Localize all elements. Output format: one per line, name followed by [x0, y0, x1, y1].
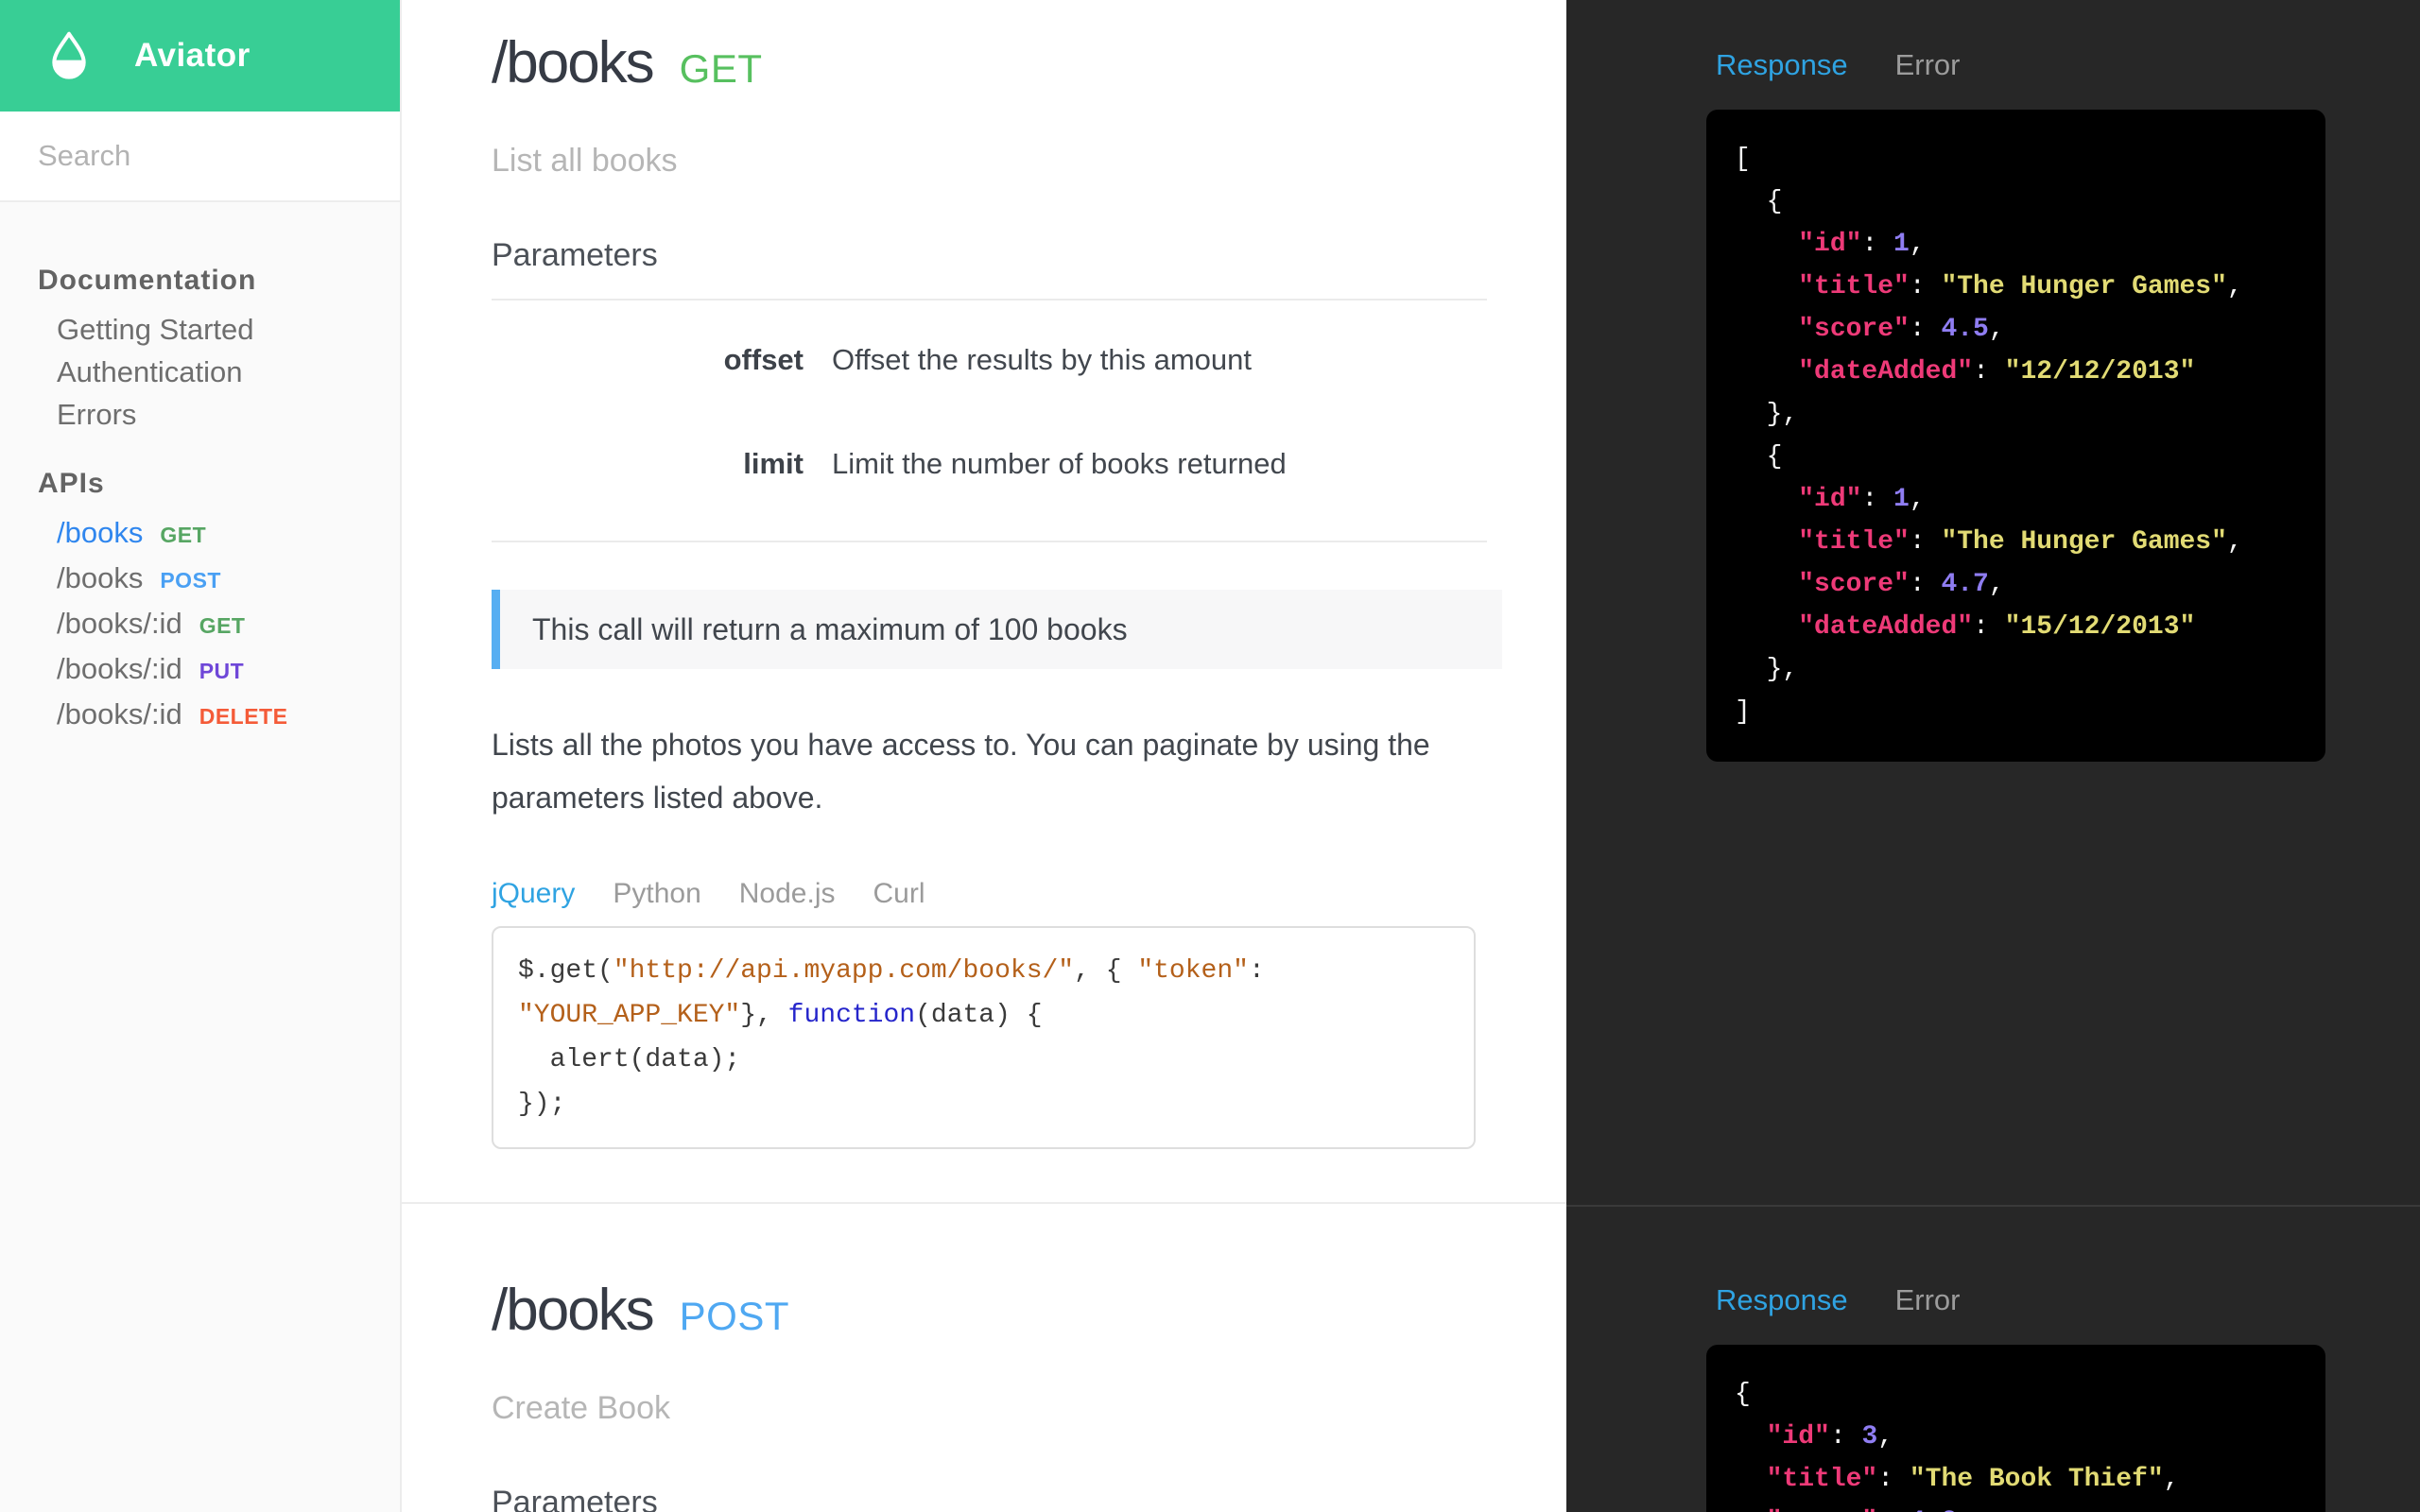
nav-section-apis: APIs — [38, 468, 105, 499]
tab-response[interactable]: Response — [1716, 47, 1848, 83]
app-title: Aviator — [134, 37, 251, 74]
sidebar-item-books-id-put[interactable]: /books/:id PUT — [38, 647, 400, 693]
endpoint-summary: List all books — [492, 143, 678, 179]
parameter-name: limit — [743, 447, 804, 480]
response-json-block: [ { "id": 1, "title": "The Hunger Games"… — [1706, 110, 2325, 762]
code-language-tabs: jQuery Python Node.js Curl — [492, 877, 1525, 911]
droplet-logo-icon — [52, 31, 86, 79]
sidebar-item-errors[interactable]: Errors — [38, 393, 400, 436]
endpoint-heading: /books GET — [492, 0, 1525, 93]
sidebar-nav: Documentation Getting Started Authentica… — [0, 202, 400, 738]
divider — [492, 299, 1487, 301]
parameter-description: Offset the results by this amount — [832, 343, 1252, 376]
parameter-description: Limit the number of books returned — [832, 447, 1287, 480]
endpoint-heading: /books POST — [492, 1204, 1525, 1340]
divider — [492, 541, 1487, 542]
api-path-label: /books/:id — [57, 697, 182, 730]
parameters-title: Parameters — [492, 1485, 658, 1512]
endpoint-section-books-get: /books GET List all books Parameters off… — [402, 0, 1566, 1204]
api-path-label: /books — [57, 561, 144, 594]
parameter-row: offset Offset the results by this amount — [492, 308, 1525, 412]
api-method-badge: DELETE — [199, 704, 288, 729]
nav-section-documentation: Documentation — [38, 265, 257, 296]
tab-error[interactable]: Error — [1895, 47, 1961, 83]
parameter-name: offset — [723, 343, 804, 376]
sidebar-item-getting-started[interactable]: Getting Started — [38, 308, 400, 351]
api-path-label: /books — [57, 516, 144, 549]
tab-curl[interactable]: Curl — [873, 877, 925, 911]
parameters-list: offset Offset the results by this amount… — [492, 308, 1525, 516]
endpoint-description: Lists all the photos you have access to.… — [492, 728, 1430, 815]
sidebar: Aviator Documentation Getting Started Au… — [0, 0, 402, 1512]
info-callout-text: This call will return a maximum of 100 b… — [532, 611, 1128, 646]
brand-header: Aviator — [0, 0, 400, 112]
api-path-label: /books/:id — [57, 652, 182, 685]
response-column: Response Error [ { "id": 1, "title": "Th… — [1566, 0, 2420, 1512]
sidebar-item-authentication[interactable]: Authentication — [38, 351, 400, 393]
sidebar-item-books-id-delete[interactable]: /books/:id DELETE — [38, 693, 400, 738]
tab-python[interactable]: Python — [613, 877, 700, 911]
docs-column: /books GET List all books Parameters off… — [402, 0, 1566, 1512]
api-method-badge: GET — [199, 613, 246, 638]
api-method-badge: PUT — [199, 659, 245, 683]
sidebar-item-books-post[interactable]: /books POST — [38, 557, 400, 602]
app-window: Aviator Documentation Getting Started Au… — [0, 0, 2420, 1512]
search-input[interactable] — [38, 139, 362, 173]
endpoint-path-title: /books — [492, 1278, 655, 1343]
parameters-title: Parameters — [492, 237, 658, 273]
endpoint-method-badge: GET — [679, 46, 763, 91]
endpoint-method-badge: POST — [679, 1294, 790, 1338]
api-path-label: /books/:id — [57, 607, 182, 640]
code-sample-block: $.get("http://api.myapp.com/books/", { "… — [492, 926, 1476, 1149]
api-method-badge: POST — [160, 568, 221, 593]
endpoint-section-books-post: /books POST Create Book Parameters — [402, 1204, 1566, 1512]
tab-response[interactable]: Response — [1716, 1282, 1848, 1318]
response-section-books-get: Response Error [ { "id": 1, "title": "Th… — [1566, 0, 2420, 1207]
api-method-badge: GET — [160, 523, 207, 547]
endpoint-path-title: /books — [492, 30, 655, 95]
tab-error[interactable]: Error — [1895, 1282, 1961, 1318]
sidebar-item-books-id-get[interactable]: /books/:id GET — [38, 602, 400, 647]
tab-jquery[interactable]: jQuery — [492, 877, 575, 911]
tab-nodejs[interactable]: Node.js — [739, 877, 836, 911]
endpoint-summary: Create Book — [492, 1390, 670, 1426]
response-json-block: { "id": 3, "title": "The Book Thief", "s… — [1706, 1345, 2325, 1512]
parameter-row: limit Limit the number of books returned — [492, 412, 1525, 516]
search-box[interactable] — [0, 112, 400, 202]
response-tabs: Response Error — [1716, 1282, 2420, 1318]
response-section-books-post: Response Error { "id": 3, "title": "The … — [1566, 1207, 2420, 1512]
info-callout: This call will return a maximum of 100 b… — [492, 590, 1502, 669]
response-tabs: Response Error — [1716, 47, 2420, 83]
sidebar-item-books-get[interactable]: /books GET — [38, 511, 400, 557]
